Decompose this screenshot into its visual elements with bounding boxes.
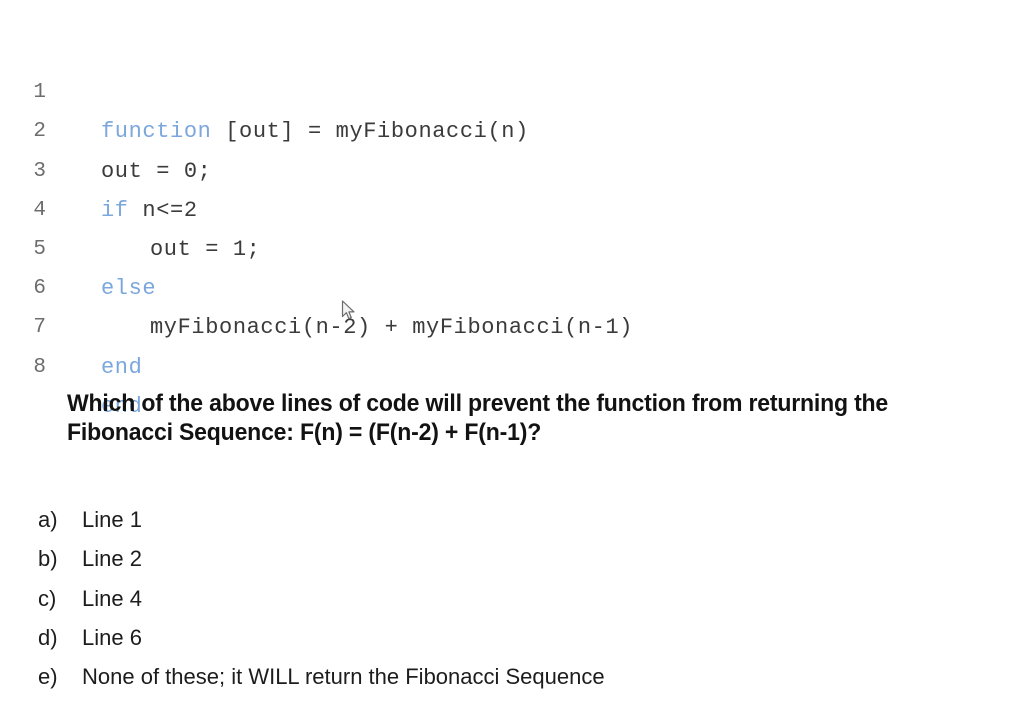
code-line: 7 end bbox=[0, 269, 1024, 379]
answer-option-b[interactable]: b) Line 2 bbox=[0, 539, 1024, 578]
question-text: Which of the above lines of code will pr… bbox=[67, 390, 889, 446]
option-letter: b) bbox=[38, 546, 58, 572]
answer-option-e[interactable]: e) None of these; it WILL return the Fib… bbox=[0, 657, 1024, 696]
code-line: 4 out = 1; bbox=[0, 152, 1024, 262]
answer-option-d[interactable]: d) Line 6 bbox=[0, 618, 1024, 657]
code-line: 2 out = 0; bbox=[0, 73, 1024, 183]
option-letter: d) bbox=[38, 624, 58, 650]
option-label: Line 6 bbox=[82, 624, 142, 650]
line-number: 8 bbox=[33, 355, 46, 379]
option-letter: e) bbox=[38, 664, 58, 690]
code-line: 6 myFibonacci(n-2) + myFibonacci(n-1) bbox=[0, 230, 1024, 340]
code-line: 3 if n<=2 bbox=[0, 112, 1024, 223]
answer-option-c[interactable]: c) Line 4 bbox=[0, 579, 1024, 618]
answer-options-list: a) Line 1 b) Line 2 c) Line 4 d) Line 6 … bbox=[0, 500, 1024, 696]
code-line: 5 else bbox=[0, 191, 1024, 301]
option-letter: a) bbox=[38, 507, 58, 532]
code-line: 8 end bbox=[0, 308, 1024, 419]
option-label: Line 4 bbox=[82, 585, 142, 611]
option-label: Line 1 bbox=[82, 507, 142, 532]
option-label: None of these; it WILL return the Fibona… bbox=[82, 664, 605, 690]
code-keyword: end bbox=[101, 354, 143, 380]
option-letter: c) bbox=[38, 585, 57, 611]
code-line-text: end bbox=[101, 348, 142, 387]
code-listing: 1 function [out] = myFibonacci(n) 2 out … bbox=[0, 34, 1024, 419]
answer-option-a[interactable]: a) Line 1 bbox=[0, 500, 1024, 539]
code-line: 1 function [out] = myFibonacci(n) bbox=[0, 34, 1024, 144]
option-label: Line 2 bbox=[82, 546, 142, 572]
